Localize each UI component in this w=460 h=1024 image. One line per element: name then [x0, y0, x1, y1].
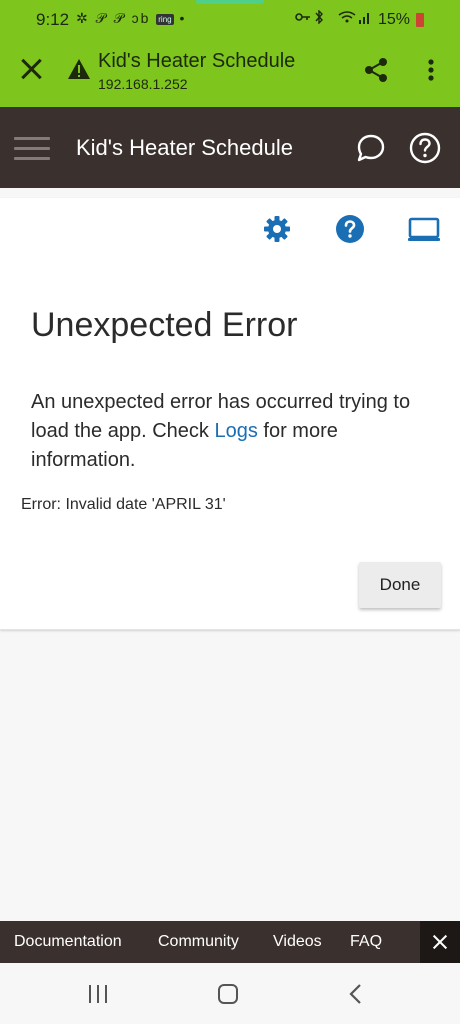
app-header: Kid's Heater Schedule	[0, 107, 460, 188]
logs-link[interactable]: Logs	[214, 420, 257, 442]
back-icon[interactable]	[348, 984, 364, 1004]
system-nav-bar	[0, 963, 460, 1024]
app-title: Kid's Heater Schedule	[76, 135, 293, 160]
laptop-icon[interactable]	[408, 214, 440, 244]
browser-bar: Kid's Heater Schedule 192.168.1.252	[0, 40, 460, 107]
signal-icon	[294, 9, 332, 29]
error-detail: Error: Invalid date 'APRIL 31'	[21, 496, 226, 513]
status-bar: 9:12 ✲ 𝒫 𝒫 ↄb ring • 15%	[0, 0, 460, 40]
warning-icon[interactable]	[67, 58, 91, 80]
battery-icon	[416, 12, 424, 27]
status-right: 15%	[294, 9, 424, 29]
bottom-link-bar: Documentation Community Videos FAQ	[0, 921, 460, 963]
share-icon[interactable]	[362, 56, 390, 84]
notification-icons: ✲ 𝒫 𝒫 ↄb ring •	[76, 10, 186, 27]
close-bar-icon[interactable]	[420, 921, 460, 963]
wifi-icon	[338, 10, 372, 29]
error-title: Unexpected Error	[31, 306, 298, 344]
error-card: Unexpected Error An unexpected error has…	[0, 198, 460, 630]
close-icon[interactable]	[18, 56, 44, 82]
battery-percent: 15%	[377, 10, 410, 28]
community-link[interactable]: Community	[158, 933, 239, 951]
browser-url: 192.168.1.252	[98, 76, 188, 92]
faq-link[interactable]: FAQ	[350, 933, 382, 951]
recent-apps-icon[interactable]	[89, 985, 109, 1003]
help-icon[interactable]	[408, 131, 442, 165]
menu-icon[interactable]	[14, 137, 50, 161]
done-button[interactable]: Done	[359, 562, 441, 608]
ring-badge: ring	[156, 13, 174, 25]
gear-icon[interactable]	[262, 214, 292, 244]
status-pill	[196, 0, 264, 4]
videos-link[interactable]: Videos	[273, 933, 322, 951]
help-circle-icon[interactable]	[335, 214, 365, 244]
home-icon[interactable]	[218, 984, 238, 1004]
chat-icon[interactable]	[356, 133, 386, 163]
documentation-link[interactable]: Documentation	[14, 933, 122, 951]
browser-page-title: Kid's Heater Schedule	[98, 50, 296, 72]
notification-glyphs: ✲ 𝒫 𝒫 ↄb	[76, 10, 151, 26]
notification-dot: •	[179, 10, 187, 26]
error-message: An unexpected error has occurred trying …	[31, 388, 431, 475]
status-time: 9:12	[36, 10, 70, 29]
more-options-icon[interactable]	[422, 56, 440, 84]
